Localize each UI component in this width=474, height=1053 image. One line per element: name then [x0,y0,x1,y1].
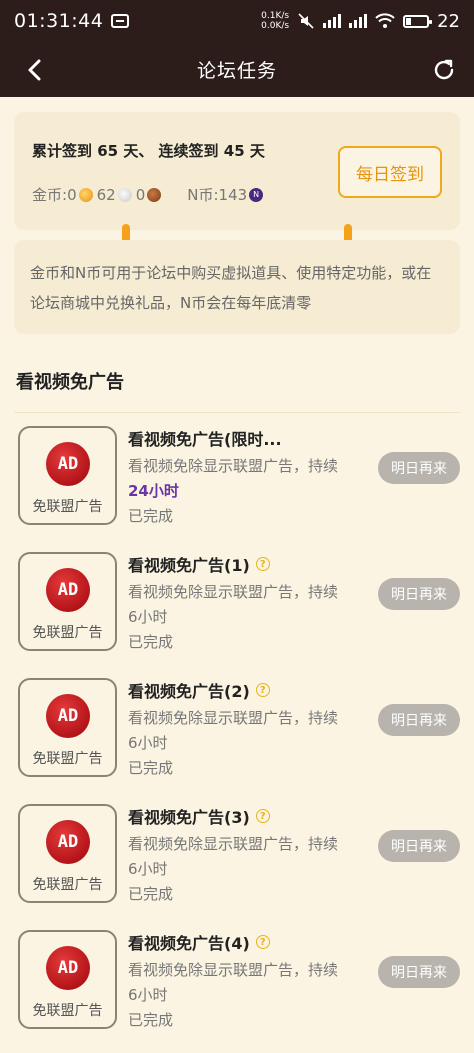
gold-count: 0 [67,185,77,204]
come-back-tomorrow-button[interactable]: 明日再来 [378,452,460,484]
speed-down: 0.0K/s [261,21,290,31]
section-divider [14,412,460,413]
task-row: AD 免联盟广告 看视频免广告(3)? 看视频免除显示联盟广告，持续 6小时 已… [0,792,474,903]
task-desc-text: 看视频免除显示联盟广告，持续 [128,709,339,727]
task-icon-box: AD 免联盟广告 [18,426,117,525]
task-name-text: 看视频免广告(1) [128,556,250,575]
mute-icon [298,13,314,29]
top-nav: 论坛任务 [0,42,474,97]
ad-icon: AD [46,820,90,864]
task-name-text: 看视频免广告(3) [128,808,250,827]
gold-coin-icon [78,187,93,202]
info-text: 金币和N币可用于论坛中购买虚拟道具、使用特定功能，或在论坛商城中兑换礼品，N币会… [30,264,432,312]
come-back-tomorrow-button[interactable]: 明日再来 [378,830,460,862]
task-name: 看视频免广告(3)? [128,804,270,828]
task-name: 看视频免广告(1)? [128,552,270,576]
bronze-coin-icon [147,187,162,202]
refresh-button[interactable] [428,54,460,86]
silver-count: 62 [96,185,116,204]
help-icon[interactable]: ? [255,809,270,823]
task-row: AD 免联盟广告 看视频免广告(4)? 看视频免除显示联盟广告，持续 6小时 已… [0,918,474,1029]
task-icon-box: AD 免联盟广告 [18,678,117,777]
task-icon-label: 免联盟广告 [32,499,103,515]
task-duration: 24小时 [128,482,179,500]
daily-checkin-button[interactable]: 每日签到 [338,146,442,198]
battery-icon [403,14,433,28]
status-bar: 01:31:44 0.1K/s 0.0K/s 22 [0,0,474,42]
page-title: 论坛任务 [196,60,277,82]
task-icon-box: AD 免联盟广告 [18,804,117,903]
task-row: AD 免联盟广告 看视频免广告(2)? 看视频免除显示联盟广告，持续 6小时 已… [0,666,474,777]
message-icon [111,14,130,28]
task-desc: 看视频免除显示联盟广告，持续 6小时 已完成 [128,580,368,655]
task-duration: 6小时 [128,734,168,752]
bronze-count: 0 [135,185,146,204]
signal-icon-2 [349,14,368,28]
checkin-card: 累计签到 65 天、 连续签到 45 天 金币: 0 62 0 N币: 143 … [14,112,460,230]
ad-icon: AD [46,694,90,738]
task-name: 看视频免广告(限时... [128,426,282,450]
task-name-text: 看视频免广告(2) [128,682,250,701]
task-desc: 看视频免除显示联盟广告，持续 24小时 已完成 [128,454,368,529]
task-status: 已完成 [128,885,174,903]
n-coin-label: N币: [187,186,219,204]
help-icon[interactable]: ? [255,935,270,949]
task-name-text: 看视频免广告(4) [128,934,250,953]
task-duration: 6小时 [128,986,168,1004]
task-desc: 看视频免除显示联盟广告，持续 6小时 已完成 [128,958,368,1033]
n-coin-icon: N [249,187,264,202]
refresh-icon [434,59,454,80]
task-icon-label: 免联盟广告 [32,1003,103,1019]
task-name: 看视频免广告(2)? [128,678,270,702]
chevron-left-icon [28,59,41,81]
help-icon[interactable]: ? [255,557,270,571]
task-icon-label: 免联盟广告 [32,877,103,893]
status-right: 0.1K/s 0.0K/s 22 [261,11,460,32]
battery-level: 22 [437,10,460,32]
task-status: 已完成 [128,633,174,651]
gold-label: 金币: [32,186,68,204]
come-back-tomorrow-button[interactable]: 明日再来 [378,704,460,736]
come-back-tomorrow-button[interactable]: 明日再来 [378,578,460,610]
task-name-text: 看视频免广告(限时... [128,430,282,449]
task-desc-text: 看视频免除显示联盟广告，持续 [128,835,339,853]
task-row: AD 免联盟广告 看视频免广告(1)? 看视频免除显示联盟广告，持续 6小时 已… [0,540,474,651]
signal-icon [323,14,342,28]
task-row: AD 免联盟广告 看视频免广告(限时... 看视频免除显示联盟广告，持续 24小… [0,414,474,525]
streak-text: 累计签到 65 天、 连续签到 45 天 [32,142,265,160]
task-duration: 6小时 [128,608,168,626]
back-button[interactable] [18,54,50,86]
status-time: 01:31:44 [14,10,104,32]
speed-up: 0.1K/s [261,11,290,21]
task-status: 已完成 [128,759,174,777]
task-icon-label: 免联盟广告 [32,625,103,641]
info-card: 金币和N币可用于论坛中购买虚拟道具、使用特定功能，或在论坛商城中兑换礼品，N币会… [14,240,460,334]
task-desc: 看视频免除显示联盟广告，持续 6小时 已完成 [128,706,368,781]
help-icon[interactable]: ? [255,683,270,697]
task-duration: 6小时 [128,860,168,878]
task-name: 看视频免广告(4)? [128,930,270,954]
silver-coin-icon [117,187,132,202]
task-desc: 看视频免除显示联盟广告，持续 6小时 已完成 [128,832,368,907]
task-icon-box: AD 免联盟广告 [18,552,117,651]
come-back-tomorrow-button[interactable]: 明日再来 [378,956,460,988]
coin-balance: 金币: 0 62 0 N币: 143 N [32,184,267,205]
task-desc-text: 看视频免除显示联盟广告，持续 [128,583,339,601]
ad-icon: AD [46,442,90,486]
task-icon-box: AD 免联盟广告 [18,930,117,1029]
task-desc-text: 看视频免除显示联盟广告，持续 [128,457,339,475]
task-desc-text: 看视频免除显示联盟广告，持续 [128,961,339,979]
network-speed: 0.1K/s 0.0K/s [261,11,289,31]
task-status: 已完成 [128,1011,174,1029]
task-icon-label: 免联盟广告 [32,751,103,767]
ad-icon: AD [46,568,90,612]
wifi-icon [375,13,395,28]
n-coin-count: 143 [218,185,248,204]
ad-icon: AD [46,946,90,990]
section-title: 看视频免广告 [16,372,124,393]
task-status: 已完成 [128,507,174,525]
